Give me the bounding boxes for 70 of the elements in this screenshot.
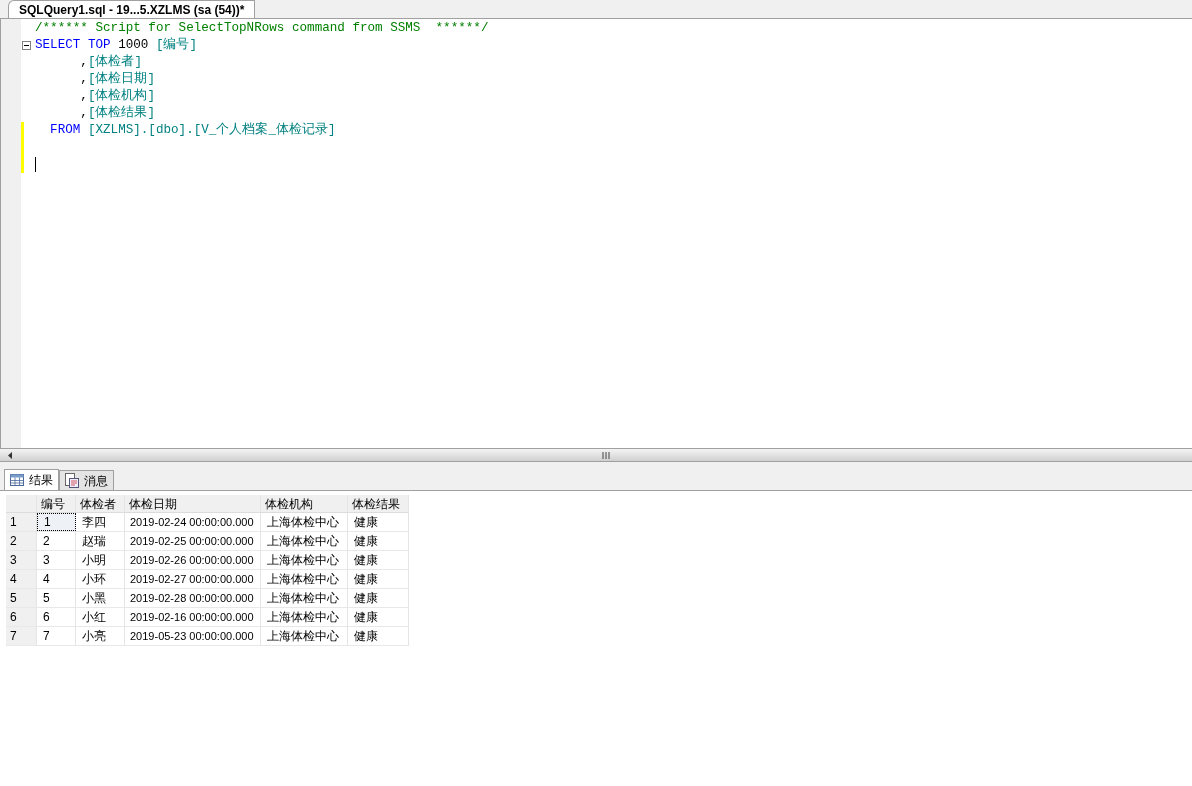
row-number[interactable]: 1 <box>6 513 37 531</box>
identifier-text: [体检者] <box>87 53 143 71</box>
table-cell: 3 <box>37 551 76 569</box>
identifier-text: [XZLMS].[dbo].[V_个人档案_体检记录] <box>87 121 336 140</box>
table-cell: 2 <box>37 532 76 550</box>
code-text: , <box>79 105 88 123</box>
identifier-text: [体检日期] <box>87 70 156 88</box>
sql-keyword: SELECT TOP <box>35 37 112 54</box>
table-cell: 上海体检中心 <box>261 551 348 569</box>
table-cell: 1 <box>37 513 76 531</box>
table-cell: 健康 <box>348 627 409 645</box>
table-cell: 上海体检中心 <box>261 589 348 607</box>
table-cell: 4 <box>37 570 76 588</box>
identifier-text: [体检机构] <box>87 87 156 105</box>
result-tab[interactable]: 消息 <box>59 470 114 490</box>
table-cell: 2019-02-25 00:00:00.000 <box>125 532 261 550</box>
row-number[interactable]: 7 <box>6 627 37 645</box>
table-cell: 小黑 <box>76 589 125 607</box>
table-cell: 健康 <box>348 589 409 607</box>
table-cell: 健康 <box>348 608 409 626</box>
code-comment: /****** Script for SelectTopNRows command from SSMS ******/ <box>35 20 489 37</box>
table-cell: 健康 <box>348 551 409 569</box>
identifier-text: [编号] <box>155 36 198 55</box>
row-number[interactable]: 3 <box>6 551 37 569</box>
table-cell: 2019-05-23 00:00:00.000 <box>125 627 261 645</box>
identifier-text: [体检结果] <box>87 104 156 123</box>
table-cell: 上海体检中心 <box>261 608 348 626</box>
code-text: , <box>79 88 88 106</box>
column-header[interactable]: 体检机构 <box>261 495 348 512</box>
table-cell: 小环 <box>76 570 125 588</box>
table-cell: 2019-02-27 00:00:00.000 <box>125 570 261 588</box>
grid-icon <box>10 474 24 486</box>
grip-icon[interactable] <box>602 451 610 459</box>
table-cell: 2019-02-26 00:00:00.000 <box>125 551 261 569</box>
row-number[interactable]: 4 <box>6 570 37 588</box>
row-number[interactable]: 2 <box>6 532 37 550</box>
table-cell: 上海体检中心 <box>261 532 348 550</box>
column-header[interactable]: 编号 <box>37 495 76 512</box>
table-cell: 上海体检中心 <box>261 627 348 645</box>
table-cell: 小亮 <box>76 627 125 645</box>
table-cell: 健康 <box>348 532 409 550</box>
table-cell: 6 <box>37 608 76 626</box>
scroll-left-icon[interactable] <box>8 451 12 459</box>
column-header[interactable]: 体检结果 <box>348 495 409 512</box>
table-cell: 健康 <box>348 570 409 588</box>
table-cell: 小明 <box>76 551 125 569</box>
table-cell: 健康 <box>348 513 409 531</box>
horizontal-scrollbar[interactable] <box>0 448 1192 462</box>
table-cell: 2019-02-28 00:00:00.000 <box>125 589 261 607</box>
row-number[interactable]: 5 <box>6 589 37 607</box>
column-header[interactable]: 体检日期 <box>125 495 261 512</box>
table-cell: 5 <box>37 589 76 607</box>
table-cell: 赵瑞 <box>76 532 125 550</box>
column-header[interactable]: 体检者 <box>76 495 125 512</box>
table-cell: 上海体检中心 <box>261 570 348 588</box>
table-cell: 李四 <box>76 513 125 531</box>
table-cell: 上海体检中心 <box>261 513 348 531</box>
table-cell: 2019-02-24 00:00:00.000 <box>125 513 261 531</box>
document-tab[interactable]: SQLQuery1.sql - 19...5.XZLMS (sa (54))* <box>8 0 256 18</box>
table-cell: 7 <box>37 627 76 645</box>
row-number[interactable]: 6 <box>6 608 37 626</box>
table-cell: 2019-02-16 00:00:00.000 <box>125 608 261 626</box>
code-text: 1000 <box>118 37 150 54</box>
document-icon <box>65 473 79 488</box>
code-text: , <box>79 71 88 89</box>
sql-keyword: FROM <box>49 122 82 140</box>
code-text: , <box>79 54 88 72</box>
collapse-icon[interactable] <box>22 41 31 50</box>
result-tab[interactable]: 结果 <box>4 469 59 490</box>
table-cell: 小红 <box>76 608 125 626</box>
